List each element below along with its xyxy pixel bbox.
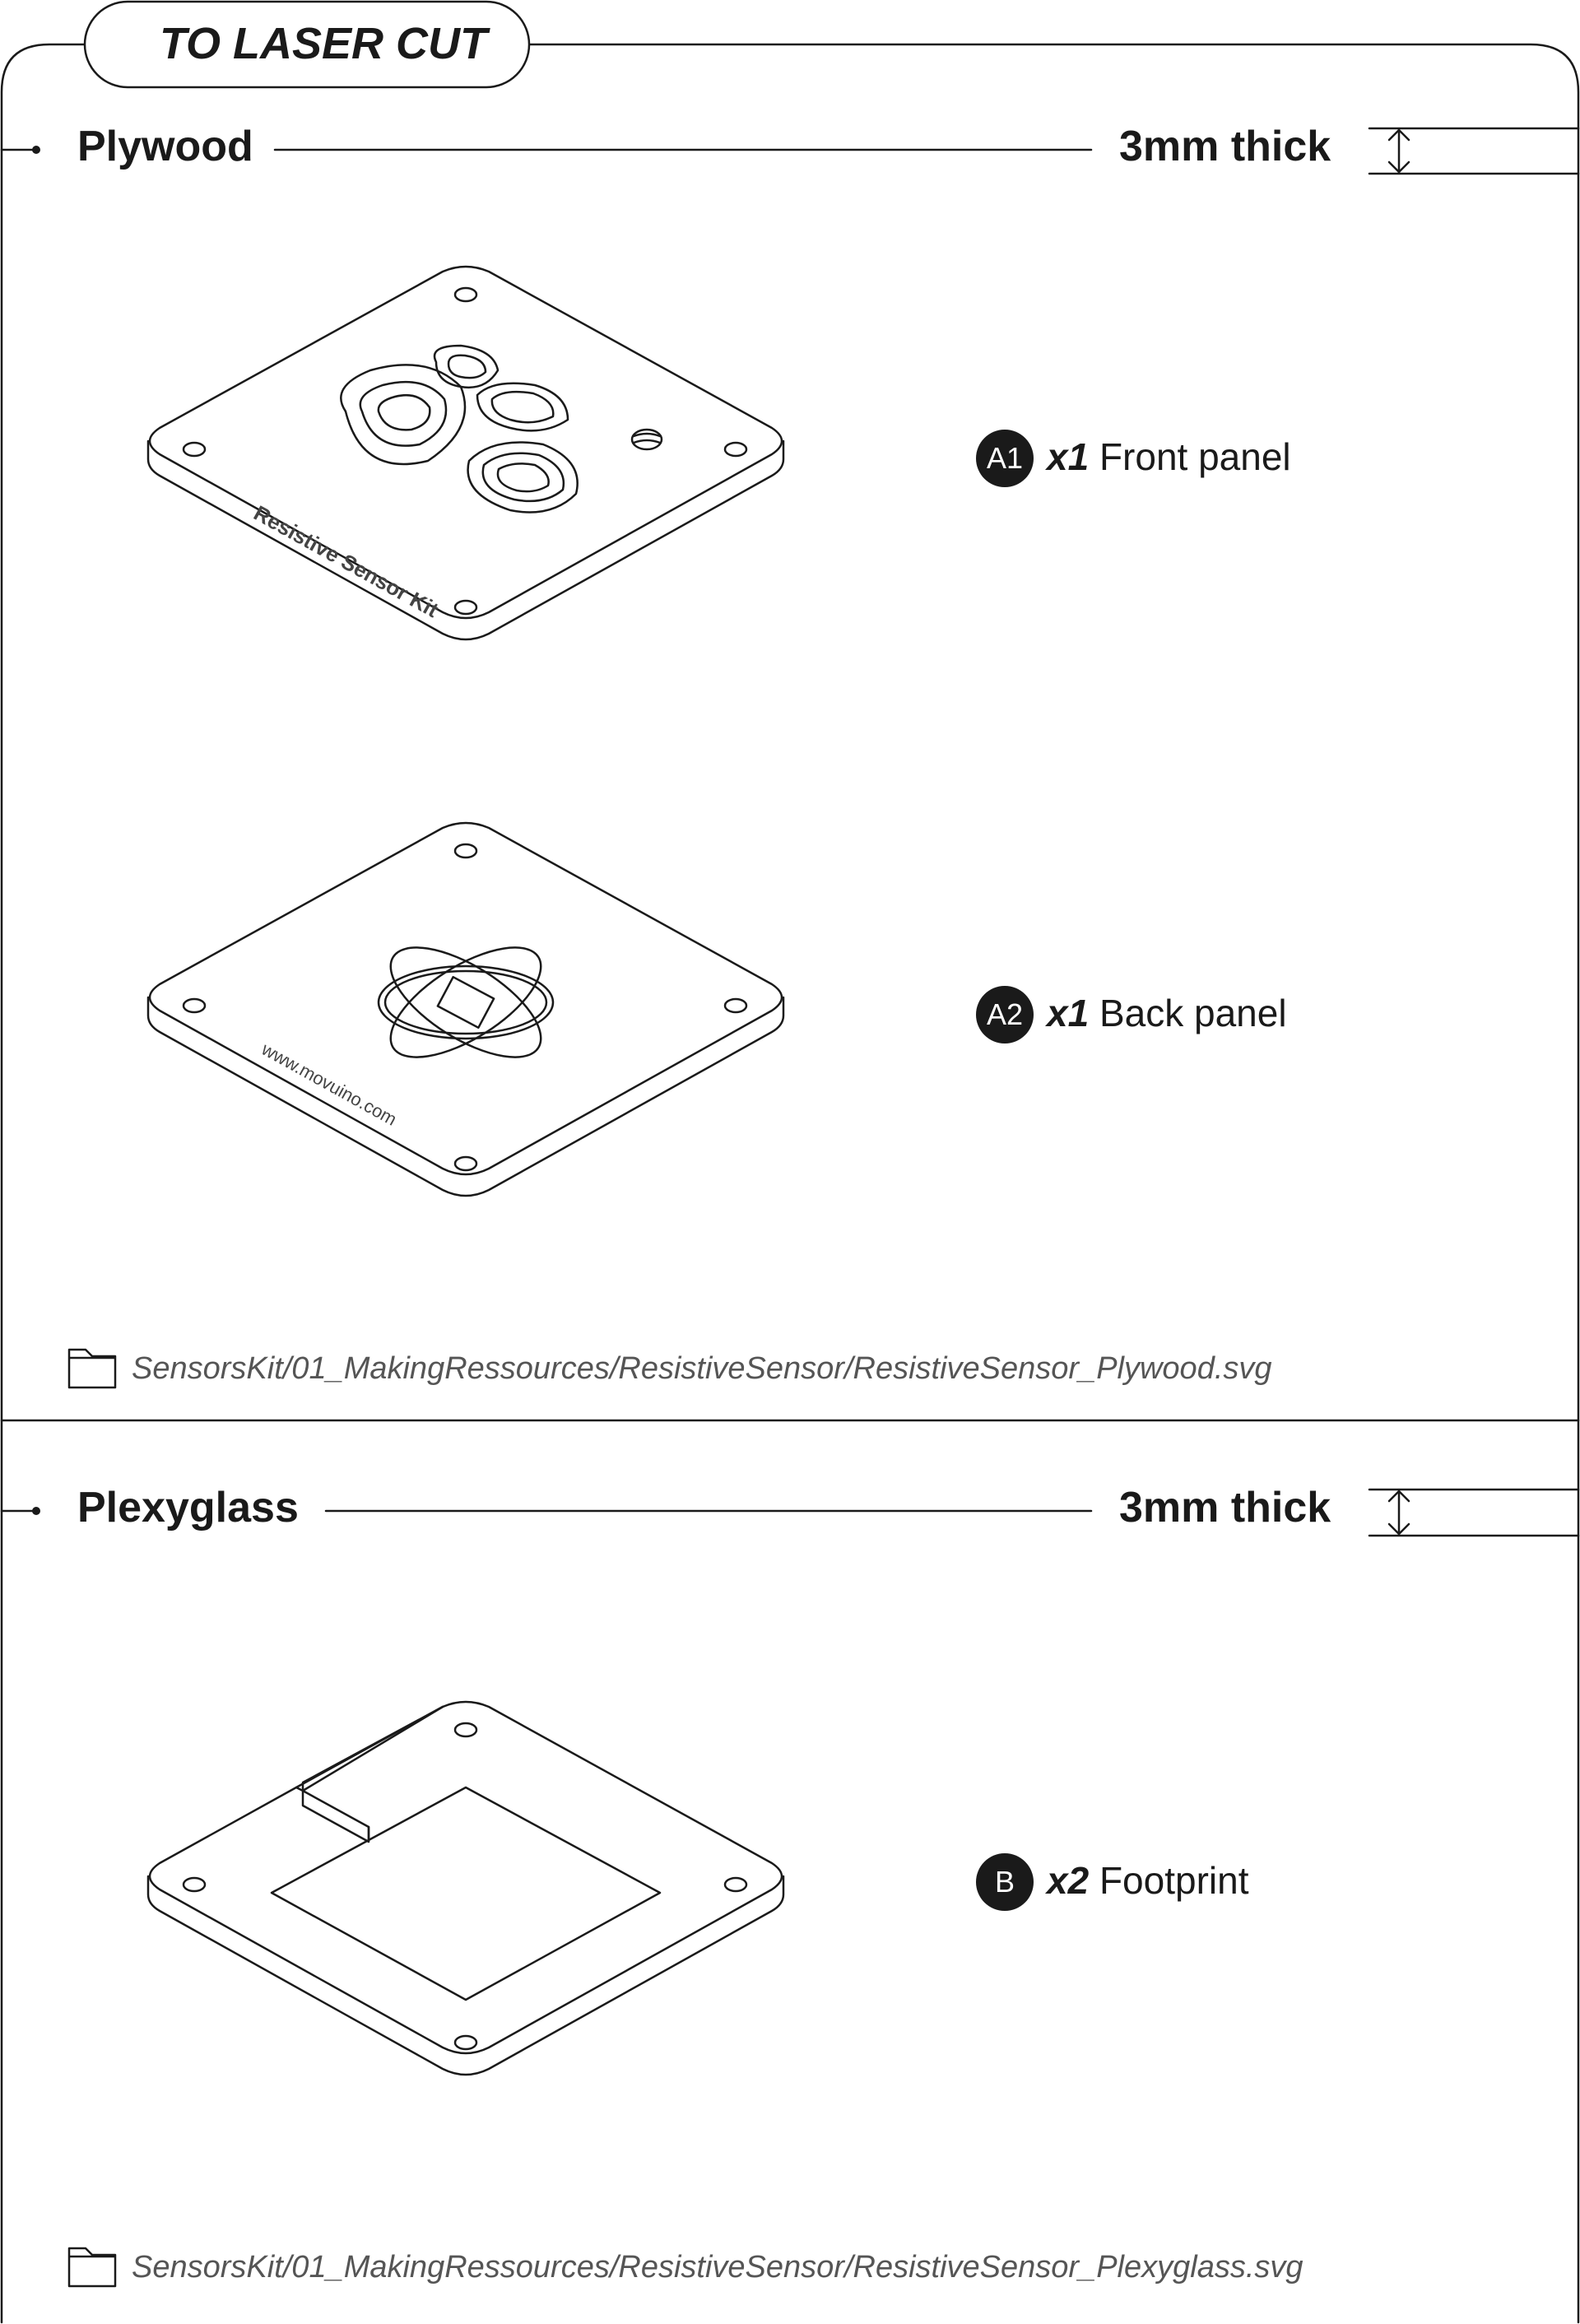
bullet-dot-icon [32, 1507, 40, 1515]
front-panel-drawing [146, 265, 785, 641]
part-name: Footprint [1099, 1859, 1249, 1902]
thickness-arrow-icon [1368, 1488, 1580, 1537]
part-badge-a2: A2 [976, 986, 1034, 1043]
page-title: TO LASER CUT [160, 19, 488, 68]
file-path-plexyglass: SensorsKit/01_MakingRessources/Resistive… [132, 2250, 1304, 2284]
material-title-plexyglass: Plexyglass [77, 1484, 299, 1532]
bullet-dot-icon [32, 146, 40, 154]
part-quantity: x1 [1047, 435, 1090, 478]
material-title-plywood: Plywood [77, 123, 253, 170]
folder-icon [67, 1348, 117, 1389]
part-name: Back panel [1099, 992, 1287, 1034]
part-label-footprint: x2 Footprint [1047, 1858, 1248, 1903]
document-linework [0, 0, 1580, 2324]
part-name: Front panel [1099, 435, 1291, 478]
part-badge-b: B [976, 1853, 1034, 1911]
thickness-label-plexyglass: 3mm thick [1119, 1484, 1331, 1532]
back-panel-drawing [146, 821, 785, 1197]
part-label-back-panel: x1 Back panel [1047, 991, 1287, 1035]
file-path-plywood: SensorsKit/01_MakingRessources/Resistive… [132, 1351, 1272, 1386]
part-quantity: x2 [1047, 1859, 1090, 1902]
part-label-front-panel: x1 Front panel [1047, 435, 1291, 479]
part-quantity: x1 [1047, 992, 1090, 1034]
footprint-drawing [146, 1700, 785, 2076]
folder-icon [67, 2247, 117, 2288]
part-badge-a1: A1 [976, 430, 1034, 487]
thickness-label-plywood: 3mm thick [1119, 123, 1331, 170]
thickness-arrow-icon [1368, 127, 1580, 175]
